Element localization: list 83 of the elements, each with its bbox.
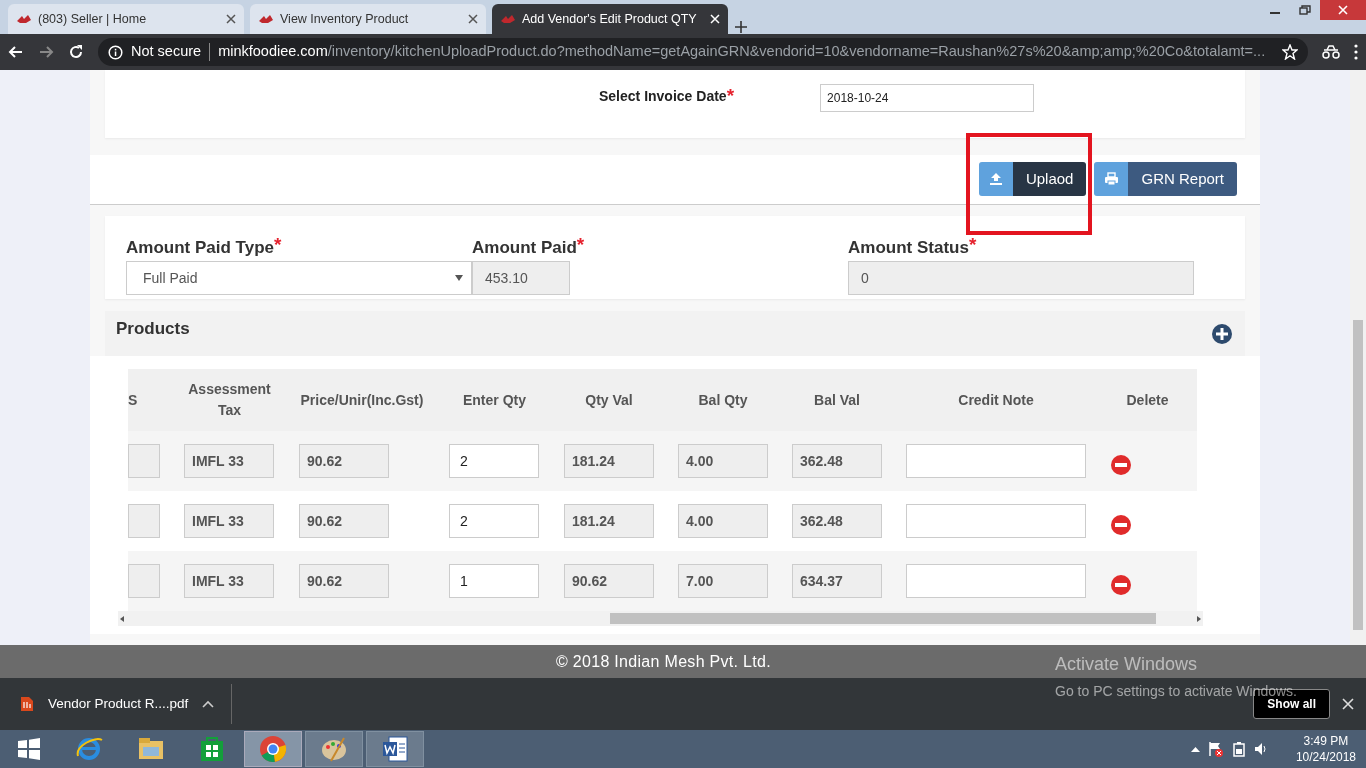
readonly-field: 4.00: [678, 444, 768, 478]
copyright-text: © 2018 Indian Mesh Pvt. Ltd.: [556, 651, 771, 672]
column-header: Delete: [1125, 390, 1170, 410]
flag-icon[interactable]: [1207, 741, 1224, 757]
readonly-field: 181.24: [564, 504, 654, 538]
browser-tab[interactable]: Add Vendor's Edit Product QTY: [492, 4, 728, 34]
readonly-field: 453.10: [472, 261, 570, 295]
caret-icon: [455, 275, 463, 281]
readonly-field: 7.00: [678, 564, 768, 598]
field-label: Select Invoice Date*: [599, 86, 735, 107]
column-header: Bal Qty: [697, 390, 749, 410]
qty-field[interactable]: 2: [449, 444, 539, 478]
incognito-icon[interactable]: [1322, 45, 1340, 59]
speaker-icon[interactable]: [1253, 742, 1268, 756]
security-label: Not secure: [131, 42, 202, 62]
credit-note-field[interactable]: [906, 564, 1086, 598]
reload-icon[interactable]: [68, 44, 84, 60]
readonly-field: [128, 504, 160, 538]
vertical-scrollbar[interactable]: [1350, 70, 1366, 645]
date-field[interactable]: 2018-10-24: [820, 84, 1035, 112]
restore-icon[interactable]: [1299, 5, 1311, 15]
column-header: Enter Qty: [462, 390, 527, 410]
forward-icon[interactable]: [38, 45, 54, 59]
chrome-icon[interactable]: [258, 734, 288, 764]
info-icon[interactable]: [108, 44, 123, 60]
show-hidden-icon[interactable]: [1190, 746, 1200, 752]
column-header: Assessment Tax: [187, 380, 272, 420]
menu-icon[interactable]: [1354, 44, 1358, 60]
readonly-field: 634.37: [792, 564, 882, 598]
scroll-right-icon[interactable]: [1195, 614, 1203, 623]
readonly-field: 90.62: [564, 564, 654, 598]
delete-icon[interactable]: [1110, 514, 1132, 536]
readonly-field: 362.48: [792, 504, 882, 538]
credit-note-field[interactable]: [906, 444, 1086, 478]
close-icon[interactable]: [226, 14, 236, 24]
readonly-field: 90.62: [299, 504, 389, 538]
download-filename[interactable]: Vendor Product R....pdf: [48, 693, 189, 715]
start-icon[interactable]: [17, 737, 41, 761]
qty-field[interactable]: 2: [449, 504, 539, 538]
pdf-file-icon[interactable]: [20, 696, 34, 712]
battery-icon[interactable]: [1231, 741, 1246, 757]
credit-note-field[interactable]: [906, 504, 1086, 538]
qty-field[interactable]: 1: [449, 564, 539, 598]
delete-icon[interactable]: [1110, 574, 1132, 596]
scroll-left-icon[interactable]: [118, 614, 126, 623]
document-w-icon[interactable]: [380, 734, 410, 764]
column-header: Qty Val: [584, 390, 634, 410]
readonly-field: 362.48: [792, 444, 882, 478]
address-bar[interactable]: Not secure minkfoodiee.com/inventory/kitchenUploadProduct.do?methodName=getAgainGRN&vendorid=10&vendorname=Raushan%27s%20&amp;amp;%20Co&totalamt=...: [98, 38, 1308, 66]
printer-icon: [1103, 172, 1119, 186]
back-icon[interactable]: [8, 45, 24, 59]
close-icon[interactable]: [468, 14, 478, 24]
clock[interactable]: 3:49 PM 10/24/2018: [1295, 732, 1356, 766]
column-header: Credit Note: [957, 390, 1035, 410]
readonly-field: IMFL 33: [184, 444, 274, 478]
new-tab-icon[interactable]: [734, 20, 748, 34]
report-button[interactable]: GRN Report: [1094, 162, 1237, 196]
column-header: S: [128, 390, 139, 410]
readonly-field: 4.00: [678, 504, 768, 538]
browser-tab[interactable]: (803) Seller | Home: [8, 4, 244, 34]
site-icon: [500, 13, 516, 25]
upload-icon: [988, 172, 1003, 186]
add-icon[interactable]: [1211, 322, 1233, 345]
readonly-field: IMFL 33: [184, 504, 274, 538]
readonly-field: 181.24: [564, 444, 654, 478]
upload-button[interactable]: Uplaod: [978, 162, 1087, 196]
readonly-field: IMFL 33: [184, 564, 274, 598]
star-icon[interactable]: [1282, 44, 1298, 60]
site-icon: [16, 13, 32, 25]
delete-icon[interactable]: [1110, 454, 1132, 476]
activation-title: Activate Windows: [1055, 653, 1199, 676]
readonly-field: 90.62: [299, 564, 389, 598]
column-header: Bal Val: [813, 390, 861, 410]
horizontal-scrollbar[interactable]: [118, 611, 1203, 626]
column-header: Price/Unir(Inc.Gst): [299, 390, 425, 410]
browser-tab[interactable]: View Inventory Product: [250, 4, 486, 34]
readonly-field: 90.62: [299, 444, 389, 478]
panel-title: Products: [116, 317, 191, 340]
dropdown[interactable]: Full Paid: [126, 261, 472, 295]
url-text: minkfoodiee.com/inventory/kitchenUploadProduct.do?methodName=getAgainGRN&vendorid=10&vendorname=Raushan%27s%20&amp;amp;%20Co&totalamt=...: [218, 42, 1266, 62]
chevron-icon[interactable]: [202, 700, 215, 708]
site-icon: [258, 13, 274, 25]
readonly-field: 0: [848, 261, 1194, 295]
